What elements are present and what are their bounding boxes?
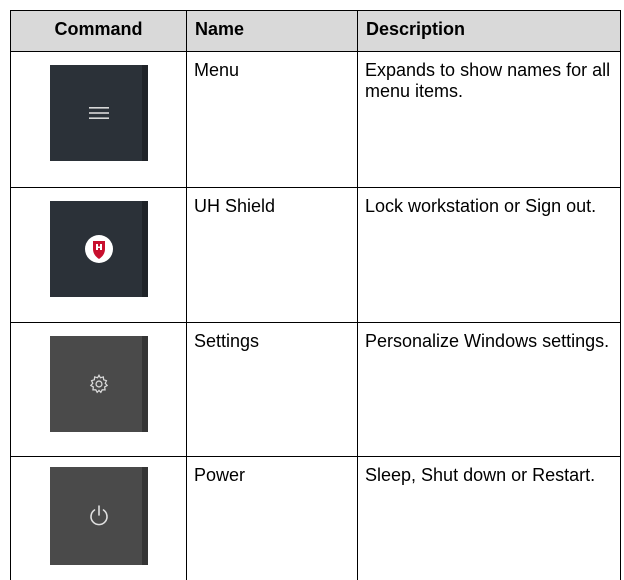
header-row: Command Name Description	[11, 11, 621, 52]
uh-shield-icon	[84, 234, 114, 264]
power-icon	[88, 504, 110, 528]
name-cell: Menu	[187, 52, 358, 188]
command-cell	[11, 323, 187, 457]
description-cell: Sleep, Shut down or Restart.	[358, 457, 621, 580]
header-name: Name	[187, 11, 358, 52]
table-row: Power Sleep, Shut down or Restart.	[11, 457, 621, 580]
command-cell	[11, 457, 187, 580]
name-cell: Power	[187, 457, 358, 580]
power-tile[interactable]	[50, 467, 148, 565]
table-row: Settings Personalize Windows settings.	[11, 323, 621, 457]
header-description: Description	[358, 11, 621, 52]
description-cell: Personalize Windows settings.	[358, 323, 621, 457]
header-command: Command	[11, 11, 187, 52]
table-row: Menu Expands to show names for all menu …	[11, 52, 621, 188]
uh-shield-tile[interactable]	[50, 201, 148, 297]
name-cell: Settings	[187, 323, 358, 457]
gear-icon	[88, 373, 110, 395]
settings-tile[interactable]	[50, 336, 148, 432]
table-row: UH Shield Lock workstation or Sign out.	[11, 188, 621, 323]
command-table: Command Name Description Menu Expands to…	[10, 10, 621, 580]
description-cell: Lock workstation or Sign out.	[358, 188, 621, 323]
name-cell: UH Shield	[187, 188, 358, 323]
command-cell	[11, 52, 187, 188]
command-cell	[11, 188, 187, 323]
menu-tile[interactable]	[50, 65, 148, 161]
hamburger-menu-icon	[88, 106, 110, 120]
description-cell: Expands to show names for all menu items…	[358, 52, 621, 188]
